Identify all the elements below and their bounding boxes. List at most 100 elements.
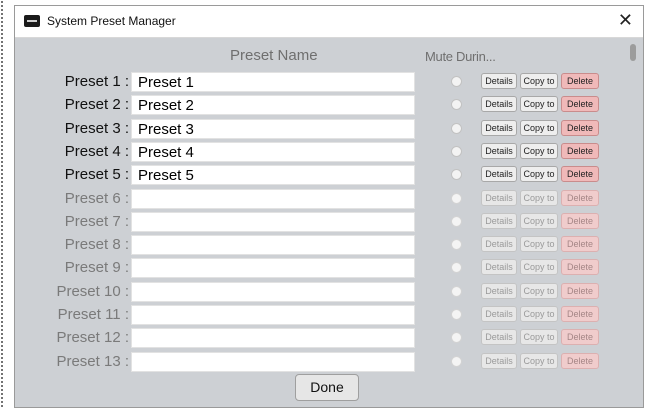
copy-to-button[interactable]: Copy to — [520, 212, 558, 229]
preset-name-input[interactable] — [131, 235, 415, 256]
delete-button[interactable]: Delete — [561, 282, 599, 299]
app-icon — [24, 15, 40, 27]
delete-button[interactable]: Delete — [561, 166, 599, 183]
preset-name-input[interactable]: Preset 3 — [131, 118, 415, 139]
scrollbar[interactable] — [629, 40, 637, 366]
copy-to-button[interactable]: Copy to — [520, 236, 558, 253]
details-button[interactable]: Details — [481, 259, 517, 276]
preset-name-input[interactable]: Preset 4 — [131, 141, 415, 162]
details-button[interactable]: Details — [481, 282, 517, 299]
delete-button[interactable]: Delete — [561, 236, 599, 253]
preset-list[interactable]: Preset 1 : Preset 1 Details Copy to Delete Pr… — [15, 68, 625, 396]
copy-to-button[interactable]: Copy to — [520, 189, 558, 206]
preset-row: Preset 5 : Preset 5 Details Copy to Delete — [15, 165, 615, 186]
preset-row: Preset 3 : Preset 3 Details Copy to Delete — [15, 118, 615, 139]
mute-during-radio[interactable] — [451, 285, 462, 297]
preset-row-label: Preset 2 : — [64, 96, 129, 114]
preset-row: Preset 6 : Details Copy to Delete — [15, 188, 615, 209]
copy-to-button[interactable]: Copy to — [520, 306, 558, 322]
details-button[interactable]: Details — [481, 119, 517, 136]
preset-row: Preset 2 : Preset 2 Details Copy to Delete — [15, 95, 615, 116]
preset-name-input[interactable]: Preset 5 — [131, 165, 415, 186]
preset-row-label: Preset 5 : — [64, 166, 129, 184]
delete-button[interactable]: Delete — [561, 73, 599, 89]
preset-name-input[interactable] — [131, 258, 415, 279]
column-header-preset-name: Preset Name — [230, 47, 318, 64]
details-button[interactable]: Details — [481, 329, 517, 346]
close-button[interactable]: ✕ — [618, 10, 633, 30]
copy-to-button[interactable]: Copy to — [520, 259, 558, 276]
mute-during-radio[interactable] — [451, 169, 462, 181]
copy-to-button[interactable]: Copy to — [520, 119, 558, 136]
preset-name-input[interactable] — [131, 305, 415, 325]
copy-to-button[interactable]: Copy to — [520, 329, 558, 346]
mute-during-radio[interactable] — [451, 332, 462, 344]
delete-button[interactable]: Delete — [561, 329, 599, 346]
preset-row: Preset 7 : Details Copy to Delete — [15, 211, 615, 232]
preset-row: Preset 11 : Details Copy to Delete — [15, 305, 615, 325]
details-button[interactable]: Details — [481, 352, 517, 369]
page-edge-dotted-border — [0, 0, 4, 408]
scrollbar-thumb[interactable] — [630, 44, 636, 61]
preset-name-input[interactable]: Preset 2 — [131, 95, 415, 116]
preset-row-label: Preset 3 : — [64, 119, 129, 137]
delete-button[interactable]: Delete — [561, 259, 599, 276]
window-title: System Preset Manager — [47, 14, 176, 28]
preset-row-label: Preset 13 : — [56, 352, 129, 370]
details-button[interactable]: Details — [481, 142, 517, 159]
details-button[interactable]: Details — [481, 306, 517, 322]
preset-row: Preset 13 : Details Copy to Delete — [15, 351, 615, 372]
preset-name-input[interactable] — [131, 328, 415, 349]
copy-to-button[interactable]: Copy to — [520, 96, 558, 113]
copy-to-button[interactable]: Copy to — [520, 142, 558, 159]
mute-during-radio[interactable] — [451, 355, 462, 367]
copy-to-button[interactable]: Copy to — [520, 166, 558, 183]
delete-button[interactable]: Delete — [561, 119, 599, 136]
details-button[interactable]: Details — [481, 212, 517, 229]
delete-button[interactable]: Delete — [561, 96, 599, 113]
preset-name-input[interactable]: Preset 1 — [131, 72, 415, 92]
preset-row-label: Preset 12 : — [56, 329, 129, 347]
delete-button[interactable]: Delete — [561, 352, 599, 369]
preset-name-input[interactable] — [131, 281, 415, 302]
mute-during-radio[interactable] — [451, 215, 462, 227]
copy-to-button[interactable]: Copy to — [520, 352, 558, 369]
copy-to-button[interactable]: Copy to — [520, 282, 558, 299]
delete-button[interactable]: Delete — [561, 189, 599, 206]
preset-name-input[interactable] — [131, 211, 415, 232]
mute-during-radio[interactable] — [451, 145, 462, 157]
preset-row: Preset 8 : Details Copy to Delete — [15, 235, 615, 256]
preset-name-input[interactable] — [131, 351, 415, 372]
mute-during-radio[interactable] — [451, 122, 462, 134]
done-button[interactable]: Done — [295, 374, 359, 401]
preset-row-label: Preset 11 : — [57, 306, 129, 323]
preset-row: Preset 10 : Details Copy to Delete — [15, 281, 615, 302]
mute-during-radio[interactable] — [451, 239, 462, 251]
preset-row: Preset 1 : Preset 1 Details Copy to Delete — [15, 72, 615, 92]
mute-during-radio[interactable] — [451, 99, 462, 111]
mute-during-radio[interactable] — [451, 262, 462, 274]
preset-row-label: Preset 9 : — [64, 259, 129, 277]
column-header-mute-during: Mute Durin... — [425, 49, 496, 64]
preset-manager-dialog: System Preset Manager ✕ Preset Name Mute… — [14, 5, 644, 408]
mute-during-radio[interactable] — [451, 76, 462, 87]
delete-button[interactable]: Delete — [561, 306, 599, 322]
preset-row-label: Preset 1 : — [64, 73, 129, 90]
preset-row-label: Preset 10 : — [56, 282, 129, 300]
delete-button[interactable]: Delete — [561, 142, 599, 159]
preset-row: Preset 4 : Preset 4 Details Copy to Delete — [15, 141, 615, 162]
preset-row-label: Preset 7 : — [64, 212, 129, 230]
details-button[interactable]: Details — [481, 189, 517, 206]
mute-during-radio[interactable] — [451, 309, 462, 320]
details-button[interactable]: Details — [481, 73, 517, 89]
delete-button[interactable]: Delete — [561, 212, 599, 229]
details-button[interactable]: Details — [481, 96, 517, 113]
preset-row: Preset 9 : Details Copy to Delete — [15, 258, 615, 279]
copy-to-button[interactable]: Copy to — [520, 73, 558, 89]
preset-name-input[interactable] — [131, 188, 415, 209]
preset-row-label: Preset 8 : — [64, 236, 129, 254]
details-button[interactable]: Details — [481, 236, 517, 253]
mute-during-radio[interactable] — [451, 192, 462, 204]
dialog-content: Preset Name Mute Durin... Preset 1 : Pres… — [15, 38, 643, 407]
details-button[interactable]: Details — [481, 166, 517, 183]
